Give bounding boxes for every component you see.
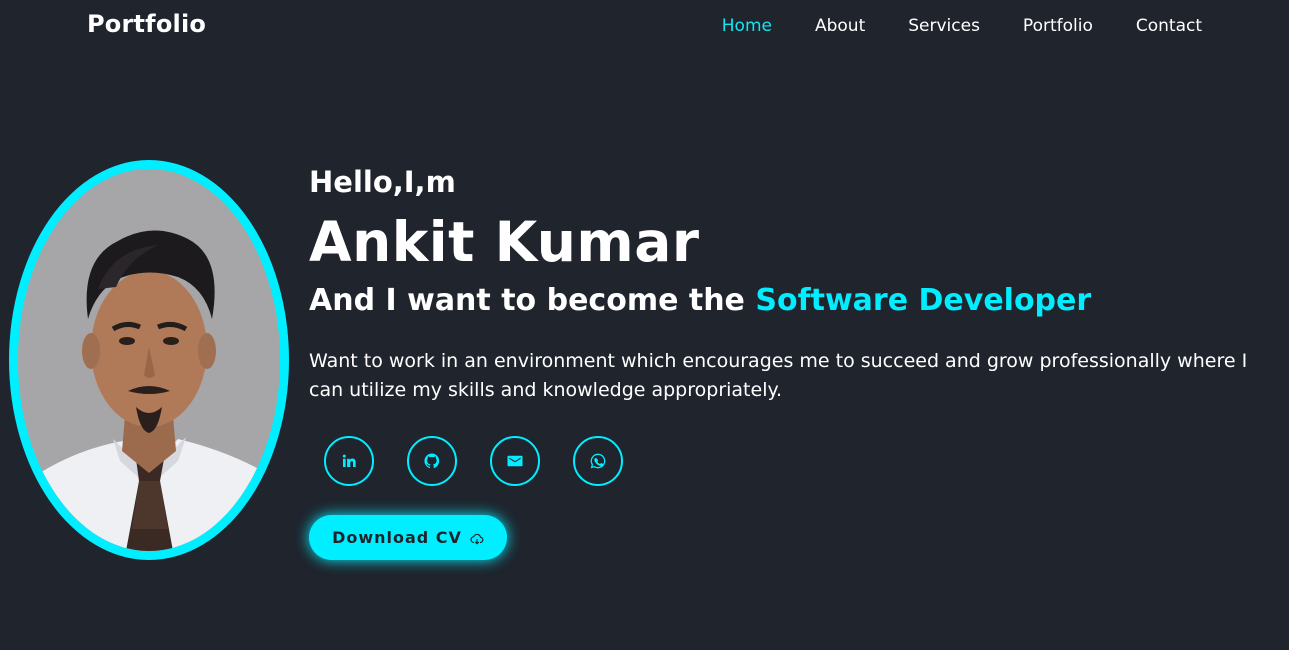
cloud-download-icon [470, 531, 484, 545]
profile-photo [9, 160, 289, 560]
main-nav: Home About Services Portfolio Contact [722, 16, 1202, 36]
hero-role-prefix: And I want to become the [309, 283, 756, 318]
social-links [324, 436, 656, 486]
linkedin-link[interactable] [324, 436, 374, 486]
github-icon [424, 453, 440, 469]
hero-greeting: Hello,I,m [309, 165, 456, 199]
nav-home[interactable]: Home [722, 16, 772, 36]
hero-description: Want to work in an environment which enc… [309, 350, 1248, 401]
site-header: Portfolio Home About Services Portfolio … [0, 0, 1289, 56]
nav-portfolio[interactable]: Portfolio [1023, 16, 1093, 36]
nav-services[interactable]: Services [908, 16, 980, 36]
mail-icon [507, 455, 523, 467]
whatsapp-link[interactable] [573, 436, 623, 486]
logo-link[interactable]: Portfolio [87, 10, 206, 38]
download-cv-label: Download CV [332, 528, 462, 547]
github-link[interactable] [407, 436, 457, 486]
download-cv-button[interactable]: Download CV [309, 515, 507, 560]
nav-about[interactable]: About [815, 16, 865, 36]
email-link[interactable] [490, 436, 540, 486]
hero-role: And I want to become the Software Develo… [309, 283, 1091, 318]
profile-portrait-illustration [18, 169, 280, 551]
hero-role-highlight: Software Developer [755, 283, 1092, 318]
nav-contact[interactable]: Contact [1136, 16, 1202, 36]
linkedin-icon [342, 454, 356, 467]
hero-name: Ankit Kumar [309, 210, 700, 274]
whatsapp-icon [590, 453, 606, 469]
